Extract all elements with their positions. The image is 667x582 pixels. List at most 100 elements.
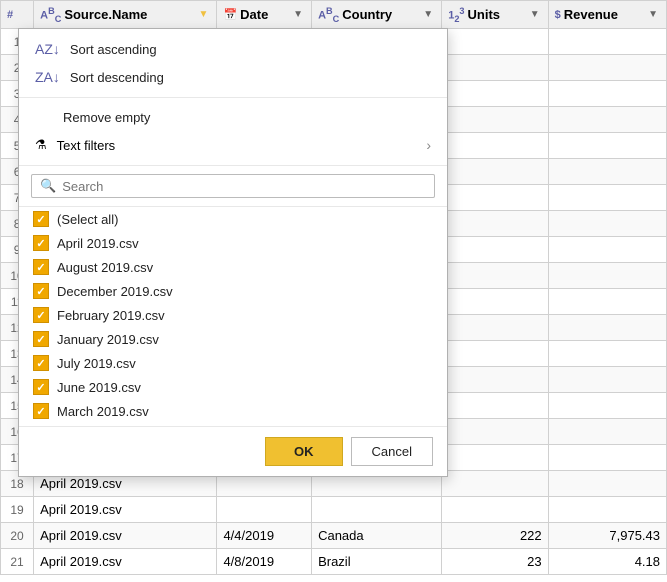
text-filters-item[interactable]: ⚗ Text filters ›	[19, 131, 447, 159]
units-type-icon: 123	[448, 6, 464, 24]
checklist-item[interactable]: March 2019.csv	[19, 399, 447, 423]
revenue-cell	[548, 471, 666, 497]
units-cell	[442, 341, 548, 367]
date-type-icon: 📅	[223, 8, 237, 21]
units-cell	[442, 159, 548, 185]
cancel-button[interactable]: Cancel	[351, 437, 433, 466]
revenue-type-icon: $	[555, 9, 561, 21]
filter-dropdown: AZ↓ Sort ascending ZA↓ Sort descending R…	[18, 28, 448, 477]
units-cell	[442, 211, 548, 237]
filter-options-section: Remove empty ⚗ Text filters ›	[19, 98, 447, 166]
sort-ascending-item[interactable]: AZ↓ Sort ascending	[19, 35, 447, 63]
units-cell	[442, 29, 548, 55]
revenue-cell	[548, 341, 666, 367]
units-cell: 23	[442, 549, 548, 575]
units-cell	[442, 263, 548, 289]
revenue-header[interactable]: $ Revenue ▼	[548, 1, 666, 29]
checklist-item[interactable]: December 2019.csv	[19, 279, 447, 303]
revenue-cell	[548, 419, 666, 445]
sort-asc-icon: AZ↓	[35, 41, 60, 57]
checkbox-icon	[33, 379, 49, 395]
date-cell: 4/8/2019	[217, 549, 312, 575]
country-cell	[312, 497, 442, 523]
revenue-cell	[548, 289, 666, 315]
country-filter-button[interactable]: ▼	[421, 8, 435, 21]
table-row: 21 April 2019.csv 4/8/2019 Brazil 23 4.1…	[1, 549, 667, 575]
units-cell: 222	[442, 523, 548, 549]
search-input[interactable]	[62, 179, 426, 194]
revenue-cell	[548, 29, 666, 55]
date-filter-button[interactable]: ▼	[291, 8, 305, 21]
text-filters-label: Text filters	[57, 138, 116, 153]
ok-button[interactable]: OK	[265, 437, 343, 466]
checklist-item[interactable]: February 2019.csv	[19, 303, 447, 327]
revenue-cell	[548, 445, 666, 471]
revenue-cell	[548, 55, 666, 81]
source-filter-button[interactable]: ▼	[197, 8, 211, 21]
source-cell: April 2019.csv	[34, 523, 217, 549]
check-label: April 2019.csv	[57, 236, 139, 251]
revenue-cell	[548, 107, 666, 133]
row-number-header: #	[1, 1, 34, 29]
search-icon: 🔍	[40, 178, 56, 194]
date-header[interactable]: 📅 Date ▼	[217, 1, 312, 29]
checklist-item[interactable]: January 2019.csv	[19, 327, 447, 351]
revenue-cell	[548, 237, 666, 263]
units-cell	[442, 237, 548, 263]
checkbox-icon	[33, 283, 49, 299]
row-number: 19	[1, 497, 34, 523]
units-cell	[442, 289, 548, 315]
units-cell	[442, 315, 548, 341]
revenue-cell	[548, 185, 666, 211]
check-label: January 2019.csv	[57, 332, 159, 347]
country-label: Country	[342, 7, 392, 22]
revenue-cell	[548, 497, 666, 523]
revenue-cell	[548, 367, 666, 393]
button-section: OK Cancel	[19, 427, 447, 476]
units-cell	[442, 185, 548, 211]
date-cell: 4/4/2019	[217, 523, 312, 549]
units-label: Units	[468, 7, 501, 22]
checklist-item[interactable]: (Select all)	[19, 207, 447, 231]
units-filter-button[interactable]: ▼	[528, 8, 542, 21]
check-label: December 2019.csv	[57, 284, 173, 299]
checklist-section: (Select all) April 2019.csv August 2019.…	[19, 207, 447, 427]
units-cell	[442, 81, 548, 107]
checklist-item[interactable]: April 2019.csv	[19, 231, 447, 255]
revenue-cell	[548, 81, 666, 107]
checklist-item[interactable]: August 2019.csv	[19, 255, 447, 279]
row-number: 21	[1, 549, 34, 575]
checklist-item[interactable]: July 2019.csv	[19, 351, 447, 375]
source-name-header[interactable]: ABC Source.Name ▼	[34, 1, 217, 29]
revenue-cell	[548, 211, 666, 237]
units-cell	[442, 419, 548, 445]
checkbox-icon	[33, 235, 49, 251]
revenue-cell	[548, 263, 666, 289]
revenue-filter-button[interactable]: ▼	[646, 8, 660, 21]
units-cell	[442, 471, 548, 497]
revenue-cell	[548, 133, 666, 159]
chevron-right-icon: ›	[426, 137, 431, 153]
source-cell: April 2019.csv	[34, 549, 217, 575]
search-box: 🔍	[31, 174, 435, 198]
sort-ascending-label: Sort ascending	[70, 42, 157, 57]
units-cell	[442, 107, 548, 133]
search-section: 🔍	[19, 166, 447, 207]
sort-descending-item[interactable]: ZA↓ Sort descending	[19, 63, 447, 91]
checkbox-icon	[33, 355, 49, 371]
checkbox-icon	[33, 211, 49, 227]
units-cell	[442, 367, 548, 393]
remove-empty-item[interactable]: Remove empty	[19, 104, 447, 131]
checkbox-icon	[33, 331, 49, 347]
units-cell	[442, 133, 548, 159]
row-number: 20	[1, 523, 34, 549]
country-header[interactable]: ABC Country ▼	[312, 1, 442, 29]
revenue-cell: 4.18	[548, 549, 666, 575]
text-filters-icon: ⚗	[35, 137, 47, 153]
row-icon: #	[7, 9, 13, 21]
date-cell	[217, 497, 312, 523]
units-header[interactable]: 123 Units ▼	[442, 1, 548, 29]
table-row: 20 April 2019.csv 4/4/2019 Canada 222 7,…	[1, 523, 667, 549]
table-row: 19 April 2019.csv	[1, 497, 667, 523]
checklist-item[interactable]: June 2019.csv	[19, 375, 447, 399]
